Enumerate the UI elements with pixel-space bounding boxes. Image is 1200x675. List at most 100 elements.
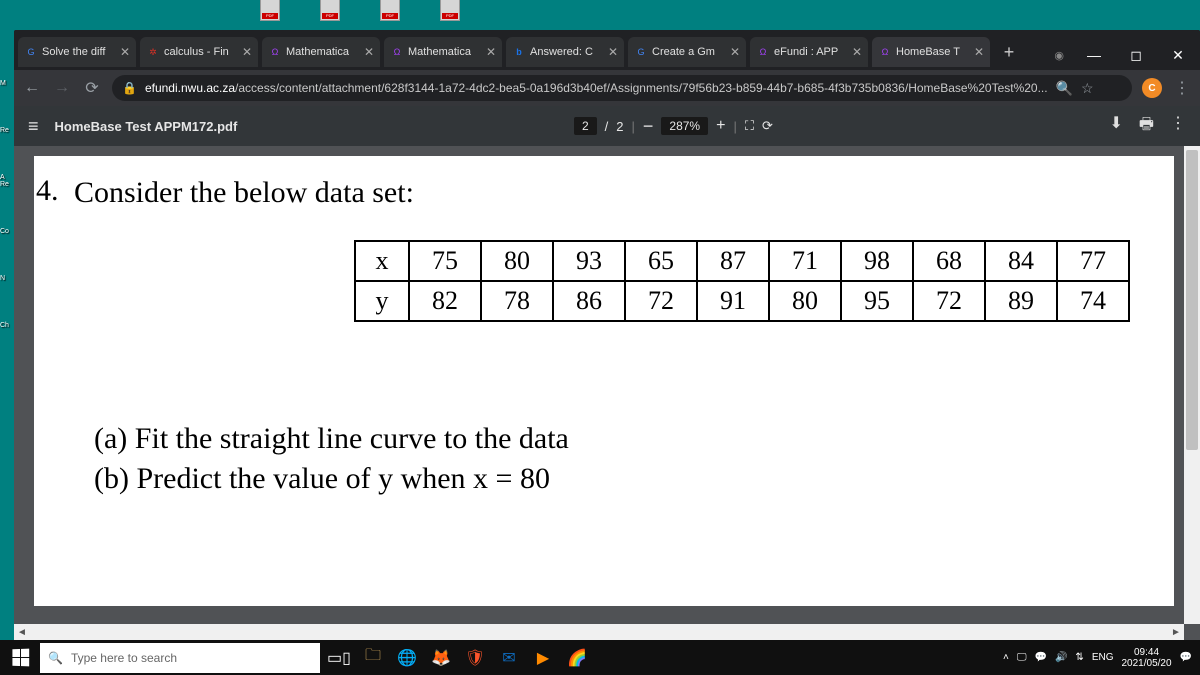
- google-icon: G: [24, 45, 38, 59]
- page-total: 2: [616, 119, 623, 134]
- profile-avatar[interactable]: C: [1142, 78, 1162, 98]
- edge-icon[interactable]: 🌐: [394, 645, 420, 671]
- tab-efundi[interactable]: ΩeFundi : APP✕: [750, 37, 868, 67]
- scroll-left-icon[interactable]: ◄: [14, 627, 30, 638]
- maximize-button[interactable]: ◻: [1116, 40, 1156, 70]
- close-icon[interactable]: ✕: [364, 45, 374, 59]
- site-icon: Ω: [390, 45, 404, 59]
- tray-up-icon[interactable]: ˄: [1003, 652, 1009, 663]
- scroll-thumb[interactable]: [1186, 150, 1198, 450]
- download-icon[interactable]: ⬇: [1109, 113, 1122, 140]
- pdf-desktop-icon[interactable]: [240, 0, 300, 20]
- hamburger-icon[interactable]: ≡: [28, 116, 39, 137]
- media-icon[interactable]: ▶: [530, 645, 556, 671]
- tray-volume-icon[interactable]: 🔊: [1055, 652, 1067, 663]
- browser-tabs: GSolve the diff✕ ✲calculus - Fin✕ ΩMathe…: [14, 34, 1022, 70]
- horizontal-scrollbar[interactable]: ◄►: [14, 624, 1184, 640]
- mail-icon[interactable]: ✉: [496, 645, 522, 671]
- desktop-left-edge: MReAReCoNCh: [0, 40, 14, 640]
- tray-onedrive-icon[interactable]: 💬: [1035, 652, 1047, 663]
- vertical-scrollbar[interactable]: [1184, 146, 1200, 624]
- windows-logo-icon: [12, 649, 29, 667]
- site-icon: Ω: [268, 45, 282, 59]
- close-icon[interactable]: ✕: [730, 45, 740, 59]
- action-center-icon[interactable]: 💬: [1180, 652, 1192, 663]
- window-close-button[interactable]: ✕: [1158, 40, 1198, 70]
- tray-language[interactable]: ENG: [1092, 652, 1114, 663]
- url-text: efundi.nwu.ac.za/access/content/attachme…: [145, 81, 1048, 95]
- row-label-y: y: [355, 281, 409, 321]
- task-view-icon[interactable]: ▭▯: [326, 645, 352, 671]
- pdf-viewport[interactable]: 4. Consider the below data set: x 758093…: [14, 146, 1200, 640]
- site-icon: Ω: [878, 45, 892, 59]
- taskbar-clock[interactable]: 09:44 2021/05/20: [1121, 647, 1171, 669]
- print-icon[interactable]: 🖶: [1139, 113, 1154, 140]
- question-part-b: (b) Predict the value of y when x = 80: [94, 462, 1154, 496]
- row-label-x: x: [355, 241, 409, 281]
- tab-gmail[interactable]: GCreate a Gm✕: [628, 37, 746, 67]
- question-part-a: (a) Fit the straight line curve to the d…: [94, 422, 1154, 456]
- lock-icon: 🔒: [122, 81, 137, 95]
- taskbar-pinned-apps: ▭▯ 🗀 🌐 🦊 🛡 ✉ ▶ 🌈: [326, 645, 590, 671]
- close-icon[interactable]: ✕: [974, 45, 984, 59]
- close-icon[interactable]: ✕: [852, 45, 862, 59]
- fit-page-icon[interactable]: ⛶: [745, 118, 754, 134]
- search-icon: 🔍: [48, 651, 63, 665]
- bartleby-icon: b: [512, 45, 526, 59]
- back-button[interactable]: ←: [22, 79, 42, 97]
- tab-homebase[interactable]: ΩHomeBase T✕: [872, 37, 990, 67]
- url-bar[interactable]: 🔒 efundi.nwu.ac.za/access/content/attach…: [112, 75, 1132, 101]
- zoom-in-button[interactable]: +: [716, 117, 725, 135]
- more-icon[interactable]: ⋮: [1170, 113, 1186, 140]
- taskbar-search[interactable]: 🔍 Type here to search: [40, 643, 320, 673]
- tab-calculus[interactable]: ✲calculus - Fin✕: [140, 37, 258, 67]
- windows-taskbar: 🔍 Type here to search ▭▯ 🗀 🌐 🦊 🛡 ✉ ▶ 🌈 ˄…: [0, 640, 1200, 675]
- pdf-desktop-icon[interactable]: [360, 0, 420, 20]
- start-button[interactable]: [0, 649, 40, 666]
- data-table: x 75809365877198688477 y 827886729180957…: [354, 240, 1130, 322]
- minimize-button[interactable]: —: [1074, 40, 1114, 70]
- desktop-icon-row: [0, 0, 1200, 20]
- site-icon: Ω: [756, 45, 770, 59]
- new-tab-button[interactable]: +: [996, 39, 1022, 65]
- search-placeholder: Type here to search: [71, 651, 177, 665]
- pdf-toolbar: ≡ HomeBase Test APPM172.pdf 2 / 2 | − 28…: [14, 106, 1200, 146]
- tab-solve[interactable]: GSolve the diff✕: [18, 37, 136, 67]
- google-icon: G: [634, 45, 648, 59]
- page-separator: /: [605, 119, 609, 134]
- close-icon[interactable]: ✕: [486, 45, 496, 59]
- bookmark-icon[interactable]: ☆: [1081, 80, 1094, 97]
- pdf-page: 4. Consider the below data set: x 758093…: [34, 156, 1174, 606]
- rotate-icon[interactable]: ⟳: [762, 118, 773, 134]
- window-controls: ◉ — ◻ ✕: [1054, 40, 1200, 70]
- extension-icon: ✲: [146, 45, 160, 59]
- close-icon[interactable]: ✕: [120, 45, 130, 59]
- reload-button[interactable]: ⟳: [82, 78, 102, 98]
- tab-mathematica-1[interactable]: ΩMathematica✕: [262, 37, 380, 67]
- table-row: y 82788672918095728974: [355, 281, 1129, 321]
- account-icon[interactable]: ◉: [1054, 49, 1064, 62]
- chrome-menu-icon[interactable]: ⋮: [1172, 78, 1192, 98]
- close-icon[interactable]: ✕: [242, 45, 252, 59]
- pdf-desktop-icon[interactable]: [300, 0, 360, 20]
- tab-answered[interactable]: bAnswered: C✕: [506, 37, 624, 67]
- zoom-icon[interactable]: 🔍: [1056, 80, 1073, 97]
- tab-mathematica-2[interactable]: ΩMathematica✕: [384, 37, 502, 67]
- table-row: x 75809365877198688477: [355, 241, 1129, 281]
- zoom-out-button[interactable]: −: [643, 116, 654, 137]
- explorer-icon[interactable]: 🗀: [360, 645, 386, 671]
- forward-button: →: [52, 79, 72, 97]
- chrome-window: GSolve the diff✕ ✲calculus - Fin✕ ΩMathe…: [14, 30, 1200, 640]
- scroll-right-icon[interactable]: ►: [1168, 627, 1184, 638]
- question-title: Consider the below data set:: [74, 176, 1154, 210]
- close-icon[interactable]: ✕: [608, 45, 618, 59]
- tray-sync-icon[interactable]: ⇅: [1075, 652, 1083, 663]
- chrome-taskbar-icon[interactable]: 🌈: [564, 645, 590, 671]
- brave-icon[interactable]: 🛡: [462, 645, 488, 671]
- firefox-icon[interactable]: 🦊: [428, 645, 454, 671]
- system-tray: ˄ 🖵 💬 🔊 ⇅ ENG 09:44 2021/05/20 💬: [1003, 647, 1200, 669]
- zoom-level[interactable]: 287%: [661, 117, 708, 135]
- tray-project-icon[interactable]: 🖵: [1017, 652, 1027, 663]
- pdf-desktop-icon[interactable]: [420, 0, 480, 20]
- page-number-input[interactable]: 2: [574, 117, 597, 135]
